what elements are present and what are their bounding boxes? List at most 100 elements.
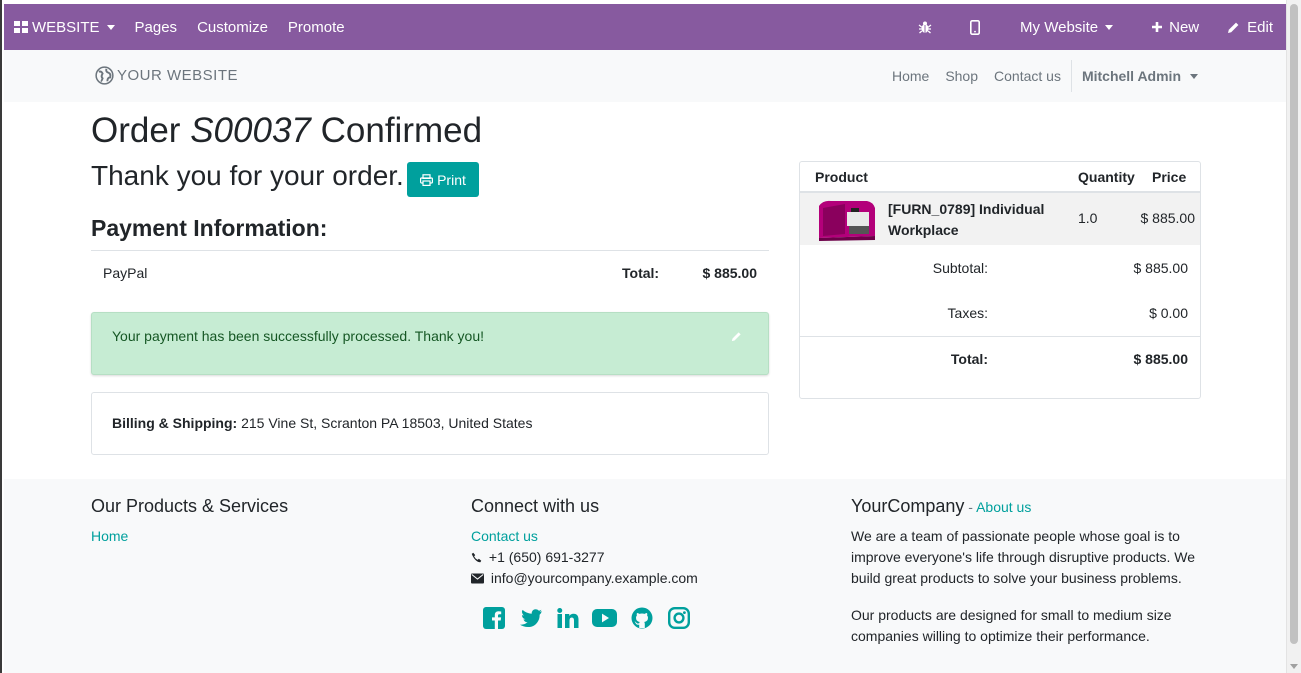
subtotal-label: Subtotal: xyxy=(932,260,988,276)
product-image xyxy=(815,198,879,242)
user-menu[interactable]: Mitchell Admin xyxy=(1074,68,1198,84)
admin-bar: WEBSITE Pages Customize Promote My Websi… xyxy=(4,4,1288,50)
pencil-icon xyxy=(1228,22,1239,33)
address-value: 215 Vine St, Scranton PA 18503, United S… xyxy=(241,415,533,431)
pencil-icon[interactable] xyxy=(731,331,742,342)
nav-home[interactable]: Home xyxy=(884,68,937,84)
payment-total-label: Total: xyxy=(622,265,660,281)
github-link[interactable] xyxy=(623,605,660,631)
instagram-icon xyxy=(667,607,690,629)
site-header: YOUR WEBSITE Home Shop Contact us Mitche… xyxy=(4,50,1288,102)
my-website-label: My Website xyxy=(1020,18,1099,36)
product-name[interactable]: [FURN_0789] Individual Workplace xyxy=(888,199,1068,241)
scrollbar-thumb[interactable] xyxy=(1290,4,1298,644)
envelope-icon xyxy=(471,573,484,584)
website-menu-label: WEBSITE xyxy=(32,18,100,36)
nav-shop[interactable]: Shop xyxy=(937,68,986,84)
website-menu[interactable]: WEBSITE xyxy=(4,4,125,50)
nav-contact-us[interactable]: Contact us xyxy=(986,68,1069,84)
title-prefix: Order xyxy=(91,111,181,150)
pages-menu[interactable]: Pages xyxy=(125,4,188,50)
linkedin-icon xyxy=(556,608,578,628)
new-label: New xyxy=(1169,18,1200,36)
summary-total-value: $ 885.00 xyxy=(1133,351,1189,367)
promote-menu[interactable]: Promote xyxy=(278,4,355,50)
footer-company-title: YourCompany - About us xyxy=(851,496,1201,517)
subtotal-value: $ 885.00 xyxy=(1133,260,1189,276)
table-row: [FURN_0789] Individual Workplace 1.0 $ 8… xyxy=(800,193,1200,245)
nav-divider xyxy=(1070,60,1072,92)
instagram-link[interactable] xyxy=(660,605,697,631)
twitter-link[interactable] xyxy=(512,605,549,631)
thank-you-text: Thank you for your order. xyxy=(91,160,404,191)
mobile-preview-button[interactable] xyxy=(950,4,1000,50)
address-text: Billing & Shipping: 215 Vine St, Scranto… xyxy=(112,415,532,431)
company-description-1: We are a team of passionate people whose… xyxy=(851,528,1196,586)
col-price: Price xyxy=(1152,169,1187,185)
product-price: $ 885.00 xyxy=(1140,210,1196,226)
summary-header: Product Quantity Price xyxy=(800,162,1200,193)
twitter-icon xyxy=(519,608,542,627)
footer-products-title: Our Products & Services xyxy=(91,496,289,516)
footer-contact-link[interactable]: Contact us xyxy=(471,526,698,547)
payment-success-alert: Your payment has been successfully proce… xyxy=(91,312,769,375)
edit-button[interactable]: Edit xyxy=(1217,4,1283,50)
alert-message: Your payment has been successfully proce… xyxy=(112,328,484,344)
order-summary-card: Product Quantity Price [FURN_0789] Indiv… xyxy=(799,161,1201,399)
summary-total-label: Total: xyxy=(950,351,988,367)
print-label: Print xyxy=(437,171,466,188)
company-description-2: Our products are designed for small to m… xyxy=(851,607,1172,644)
phone-value: +1 (650) 691-3277 xyxy=(488,549,605,565)
facebook-link[interactable] xyxy=(475,605,512,631)
email-value: info@yourcompany.example.com xyxy=(490,570,698,586)
site-footer: Our Products & Services Home Connect wit… xyxy=(4,479,1288,673)
footer-connect-title: Connect with us xyxy=(471,496,600,516)
footer-connect-column: Connect with us Contact us +1 (650) 691-… xyxy=(471,496,698,589)
caret-down-icon xyxy=(1190,73,1198,79)
payment-table: PayPal Total: $ 885.00 xyxy=(91,250,769,294)
vertical-scrollbar[interactable] xyxy=(1286,0,1301,673)
customize-menu[interactable]: Customize xyxy=(187,4,278,50)
payment-method: PayPal xyxy=(103,265,148,281)
bug-icon xyxy=(918,21,932,34)
youtube-icon xyxy=(592,609,617,627)
facebook-icon xyxy=(482,607,505,629)
taxes-value: $ 0.00 xyxy=(1149,305,1188,321)
debug-button[interactable] xyxy=(900,4,950,50)
billing-shipping-box: Billing & Shipping: 215 Vine St, Scranto… xyxy=(91,392,769,455)
my-website-menu[interactable]: My Website xyxy=(1000,4,1133,50)
apps-grid-icon xyxy=(14,21,28,33)
summary-divider xyxy=(800,336,1200,337)
address-label: Billing & Shipping: xyxy=(112,415,238,431)
scroll-down-arrow-icon[interactable] xyxy=(1290,664,1298,669)
company-name: YourCompany xyxy=(851,496,965,516)
mobile-icon xyxy=(970,19,981,35)
payment-total-value: $ 885.00 xyxy=(702,265,758,281)
footer-email: info@yourcompany.example.com xyxy=(471,568,698,589)
github-icon xyxy=(631,607,652,629)
site-logo[interactable]: YOUR WEBSITE xyxy=(95,66,238,85)
caret-down-icon xyxy=(106,24,115,30)
title-suffix: Confirmed xyxy=(320,111,483,150)
taxes-label: Taxes: xyxy=(947,305,988,321)
page-title: Order S00037 Confirmed xyxy=(91,111,482,151)
linkedin-link[interactable] xyxy=(549,605,586,631)
footer-home-link[interactable]: Home xyxy=(91,526,288,547)
caret-down-icon xyxy=(1105,24,1114,30)
about-us-link[interactable]: About us xyxy=(976,499,1031,515)
col-product: Product xyxy=(815,169,868,185)
phone-icon xyxy=(471,552,482,563)
browser-frame: WEBSITE Pages Customize Promote My Websi… xyxy=(0,0,1301,673)
new-button[interactable]: New xyxy=(1133,4,1217,50)
footer-phone: +1 (650) 691-3277 xyxy=(471,547,698,568)
payment-heading: Payment Information: xyxy=(91,215,328,241)
youtube-link[interactable] xyxy=(586,605,623,631)
print-icon xyxy=(420,173,434,186)
col-quantity: Quantity xyxy=(1078,169,1135,185)
logo-text: YOUR WEBSITE xyxy=(117,67,239,84)
print-button[interactable]: Print xyxy=(407,162,479,197)
product-quantity: 1.0 xyxy=(1078,210,1098,226)
main-nav: Home Shop Contact us Mitchell Admin xyxy=(884,50,1198,102)
footer-company-column: YourCompany - About us We are a team of … xyxy=(851,496,1201,647)
globe-icon xyxy=(95,66,114,85)
